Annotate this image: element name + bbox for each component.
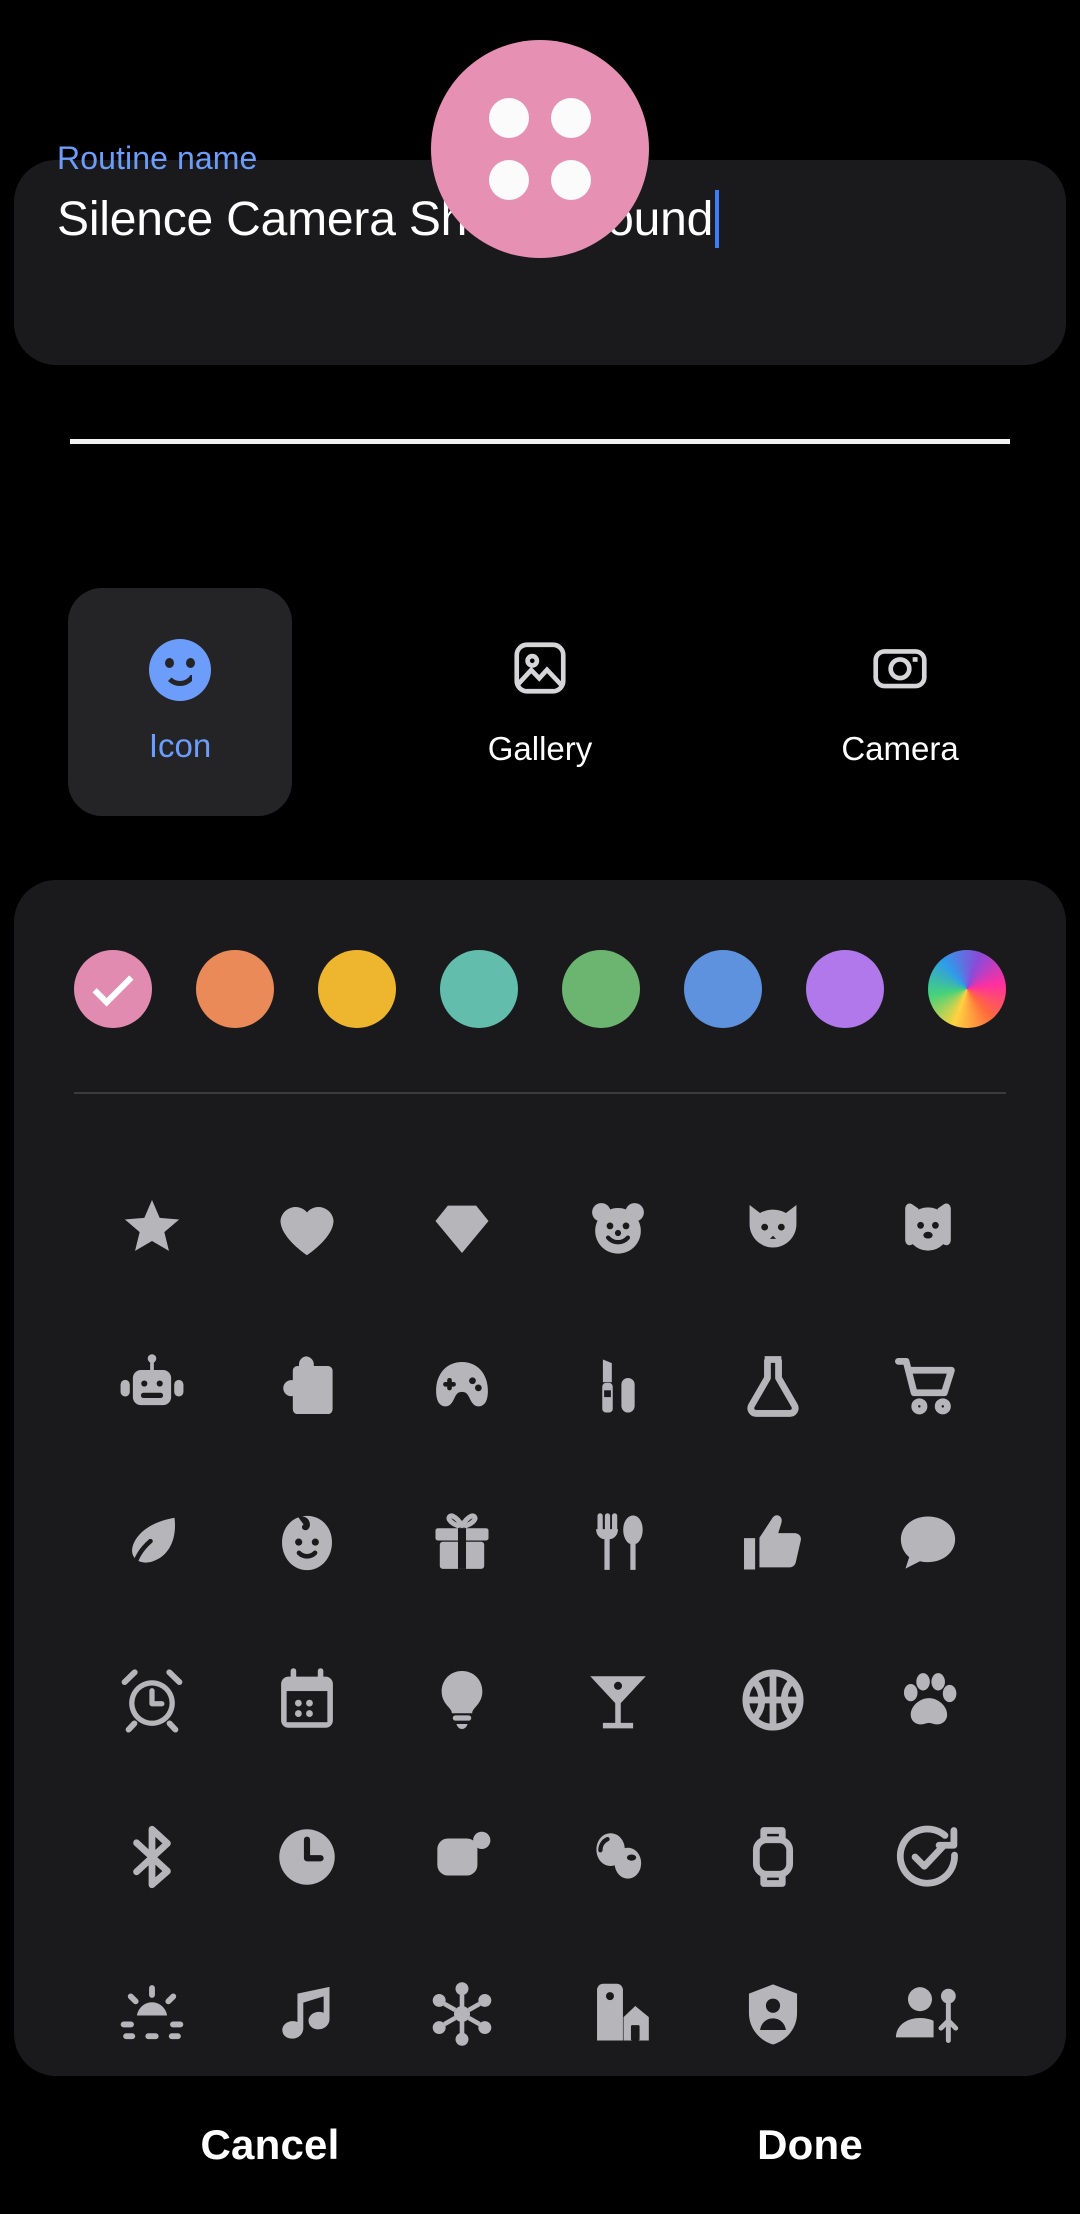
color-swatch-blue[interactable] — [684, 950, 762, 1028]
color-swatch-pink[interactable] — [74, 950, 152, 1028]
avatar-preview-container — [0, 40, 1080, 258]
color-swatch-rainbow[interactable] — [928, 950, 1006, 1028]
alarm-clock-icon[interactable] — [115, 1663, 189, 1737]
chat-bubble-icon[interactable] — [891, 1506, 965, 1580]
cat-face-icon[interactable] — [736, 1192, 810, 1266]
robot-icon[interactable] — [115, 1349, 189, 1423]
four-dots-icon-dot — [551, 160, 591, 200]
icon-grid — [74, 1150, 1006, 2092]
shopping-cart-icon[interactable] — [891, 1349, 965, 1423]
tab-gallery-label: Gallery — [487, 729, 593, 767]
calendar-icon[interactable] — [270, 1663, 344, 1737]
baby-face-icon[interactable] — [270, 1506, 344, 1580]
gamepad-icon[interactable] — [425, 1349, 499, 1423]
smart-home-icon[interactable] — [581, 1977, 655, 2051]
brightness-icon[interactable] — [115, 1977, 189, 2051]
cocktail-glass-icon[interactable] — [581, 1663, 655, 1737]
color-swatch-green[interactable] — [562, 950, 640, 1028]
tab-icon-selected-background — [68, 588, 292, 816]
avatar[interactable] — [431, 40, 649, 258]
lipstick-icon[interactable] — [581, 1349, 655, 1423]
tab-gallery[interactable]: Gallery — [360, 588, 720, 816]
thumbs-up-icon[interactable] — [736, 1506, 810, 1580]
heart-icon[interactable] — [270, 1192, 344, 1266]
image-source-tabs: Icon Gallery Camera — [0, 588, 1080, 816]
four-dots-icon-dot — [551, 98, 591, 138]
routine-name-underline — [70, 439, 1010, 444]
diamond-icon[interactable] — [425, 1192, 499, 1266]
earbuds-icon[interactable] — [581, 1820, 655, 1894]
clock-icon[interactable] — [270, 1820, 344, 1894]
picker-divider — [74, 1092, 1006, 1094]
puzzle-piece-icon[interactable] — [270, 1349, 344, 1423]
routine-icon-picker-screen: Routine name Silence Camera Shutter Soun… — [0, 0, 1080, 2214]
color-swatch-purple[interactable] — [806, 950, 884, 1028]
check-icon — [92, 965, 134, 1007]
four-dots-icon-dot — [489, 160, 529, 200]
bear-face-icon[interactable] — [581, 1192, 655, 1266]
cancel-button[interactable]: Cancel — [0, 2076, 540, 2214]
basketball-icon[interactable] — [736, 1663, 810, 1737]
paw-print-icon[interactable] — [891, 1663, 965, 1737]
flask-icon[interactable] — [736, 1349, 810, 1423]
fork-spoon-icon[interactable] — [581, 1506, 655, 1580]
leaf-icon[interactable] — [115, 1506, 189, 1580]
color-swatch-orange[interactable] — [196, 950, 274, 1028]
color-swatch-yellow[interactable] — [318, 950, 396, 1028]
tab-icon[interactable]: Icon — [0, 588, 360, 816]
four-dots-icon-dot — [489, 98, 529, 138]
person-settings-icon[interactable] — [891, 1977, 965, 2051]
tab-camera-label: Camera — [841, 729, 959, 767]
lightbulb-icon[interactable] — [425, 1663, 499, 1737]
shield-person-icon[interactable] — [736, 1977, 810, 2051]
color-swatch-row — [74, 950, 1006, 1028]
icon-picker-card — [14, 880, 1066, 2076]
image-photo-icon — [509, 637, 571, 704]
check-circle-icon[interactable] — [891, 1820, 965, 1894]
bluetooth-icon[interactable] — [115, 1820, 189, 1894]
hub-network-icon[interactable] — [425, 1977, 499, 2051]
dialog-footer: Cancel Done — [0, 2076, 1080, 2214]
tab-icon-label: Icon — [148, 727, 212, 764]
done-button[interactable]: Done — [540, 2076, 1080, 2214]
gift-icon[interactable] — [425, 1506, 499, 1580]
tab-camera[interactable]: Camera — [720, 588, 1080, 816]
smartwatch-icon[interactable] — [736, 1820, 810, 1894]
color-swatch-teal[interactable] — [440, 950, 518, 1028]
dog-face-icon[interactable] — [891, 1192, 965, 1266]
star-icon[interactable] — [115, 1192, 189, 1266]
mouse-device-icon[interactable] — [425, 1820, 499, 1894]
music-note-icon[interactable] — [270, 1977, 344, 2051]
camera-icon — [869, 637, 931, 704]
smiley-face-icon — [149, 639, 211, 701]
